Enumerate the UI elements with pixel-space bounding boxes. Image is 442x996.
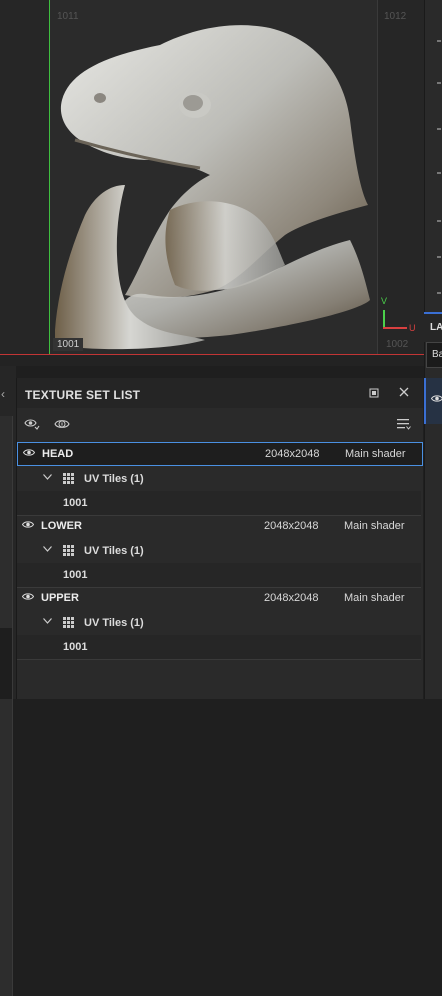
list-empty-area (17, 664, 423, 699)
grid-icon (63, 617, 74, 628)
texture-set-shader[interactable]: Main shader (344, 520, 405, 532)
uv-tile-label: 1001 (53, 338, 84, 351)
texture-set-row-upper[interactable]: UPPER 2048x2048 Main shader (17, 587, 421, 609)
left-panel-content (0, 416, 13, 996)
texture-set-shader[interactable]: Main shader (344, 592, 405, 604)
texture-set-row-lower[interactable]: LOWER 2048x2048 Main shader (17, 515, 421, 537)
eye-icon[interactable] (22, 592, 34, 601)
texture-set-list-panel: TEXTURE SET LIST HEAD 2048x2048 Main sha… (16, 378, 423, 699)
panel-toolbar (17, 408, 423, 440)
uv-tile-item[interactable]: 1001 (17, 563, 421, 587)
maximize-icon (369, 388, 379, 398)
tab-layers[interactable]: LA (424, 312, 442, 342)
u-axis-arrow (383, 327, 407, 329)
layer-row[interactable] (424, 378, 442, 424)
layer-blend-value: Ba (432, 349, 442, 360)
chevron-down-icon[interactable] (43, 544, 52, 555)
uv-tile-item[interactable]: 1001 (17, 635, 421, 659)
uv-tile-id: 1001 (63, 569, 88, 581)
eye-icon[interactable] (431, 394, 442, 403)
texture-set-resolution: 2048x2048 (265, 448, 320, 460)
eye-icon[interactable] (23, 448, 35, 457)
chevron-down-icon[interactable] (43, 616, 52, 627)
uv-tiles-label: UV Tiles (1) (84, 617, 144, 629)
grid-icon (63, 473, 74, 484)
eye-icon[interactable] (22, 520, 34, 529)
info-button[interactable] (53, 416, 71, 432)
info-icon (54, 420, 70, 428)
chevron-down-icon[interactable] (43, 472, 52, 483)
uv-tiles-label: UV Tiles (1) (84, 545, 144, 557)
uv-tile-item[interactable]: 1001 (17, 491, 421, 515)
uv-tile-label: 1011 (57, 11, 79, 22)
uv-viewport[interactable]: 1011 1012 1001 1002 V U (0, 0, 424, 366)
visibility-toggle-button[interactable] (23, 416, 41, 432)
grid-icon (63, 545, 74, 556)
texture-set-name: UPPER (41, 592, 79, 604)
texture-set-resolution: 2048x2048 (264, 592, 319, 604)
texture-set-row-head[interactable]: HEAD 2048x2048 Main shader (17, 442, 423, 466)
texture-set-shader[interactable]: Main shader (345, 448, 406, 460)
close-button[interactable] (397, 385, 411, 399)
texture-set-name: HEAD (42, 448, 74, 460)
v-axis-arrow (383, 310, 385, 328)
left-panel-edge: ‹ (0, 366, 16, 996)
uv-tiles-row[interactable]: UV Tiles (1) (17, 467, 421, 491)
uv-tile-label: 1002 (386, 339, 409, 350)
uv-mesh-preview[interactable] (0, 0, 424, 366)
texture-set-resolution: 2048x2048 (264, 520, 319, 532)
eye-plus-icon (24, 419, 40, 430)
list-menu-button[interactable] (395, 416, 413, 432)
uv-tiles-row[interactable]: UV Tiles (1) (17, 539, 421, 563)
uv-axis-gizmo: V U (378, 296, 418, 336)
panel-header: TEXTURE SET LIST (17, 378, 423, 408)
uv-tiles-row[interactable]: UV Tiles (1) (17, 611, 421, 635)
uv-tile-label: 1012 (384, 11, 407, 22)
list-menu-icon (397, 419, 411, 430)
texture-set-name: LOWER (41, 520, 82, 532)
uv-tiles-label: UV Tiles (1) (84, 473, 144, 485)
layer-blend-dropdown[interactable]: Ba (426, 342, 442, 368)
uv-tile-id: 1001 (63, 641, 88, 653)
v-axis-label: V (381, 296, 388, 306)
chevron-left-icon[interactable]: ‹ (1, 387, 5, 401)
u-axis-label: U (409, 323, 416, 333)
uv-tile-id: 1001 (63, 497, 88, 509)
maximize-button[interactable] (367, 386, 381, 400)
panel-title: TEXTURE SET LIST (25, 388, 141, 402)
close-icon (399, 387, 409, 397)
tab-layers-label: LA (430, 322, 442, 333)
